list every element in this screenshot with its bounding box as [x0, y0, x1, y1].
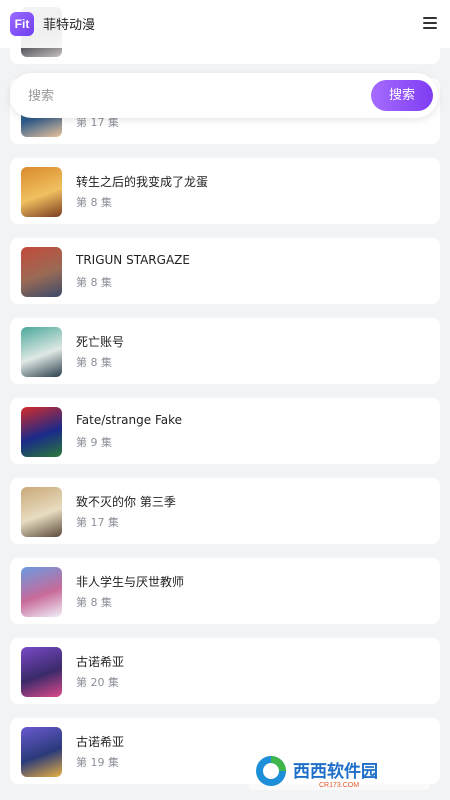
anime-thumbnail[interactable] — [21, 407, 62, 457]
watermark-text: 西西软件园 — [293, 761, 378, 782]
anime-card[interactable]: Fate/strange Fake 第 9 集 — [10, 398, 440, 464]
hamburger-menu-icon[interactable] — [423, 17, 437, 29]
app-header: Fit 菲特动漫 — [0, 0, 450, 48]
anime-title[interactable]: 古诺希亚 — [76, 653, 124, 670]
anime-thumbnail[interactable] — [21, 167, 62, 217]
anime-thumbnail[interactable] — [21, 727, 62, 777]
episode-label: 第 8 集 — [76, 356, 112, 369]
episode-label: 第 8 集 — [76, 276, 112, 289]
anime-card[interactable]: 古诺希亚第 20 集 — [10, 638, 440, 704]
search-bar: 搜索 — [10, 73, 438, 120]
watermark-url: CR173.COM — [319, 782, 359, 789]
anime-card[interactable]: 转生之后的我变成了龙蛋第 8 集 — [10, 158, 440, 224]
anime-title[interactable]: 古诺希亚 — [76, 733, 124, 750]
anime-title[interactable]: 非人学生与厌世教师 — [76, 573, 184, 590]
anime-title[interactable]: Fate/strange Fake — [76, 413, 182, 427]
anime-thumbnail[interactable] — [21, 567, 62, 617]
anime-title[interactable]: 致不灭的你 第三季 — [76, 493, 176, 510]
episode-label: 第 8 集 — [76, 196, 112, 209]
anime-thumbnail[interactable] — [21, 327, 62, 377]
episode-label: 第 17 集 — [76, 516, 119, 529]
watermark-logo: 西西软件园 CR173.COM — [249, 752, 430, 790]
anime-card[interactable]: 非人学生与厌世教师第 8 集 — [10, 558, 440, 624]
anime-thumbnail[interactable] — [21, 247, 62, 297]
anime-card[interactable]: 致不灭的你 第三季第 17 集 — [10, 478, 440, 544]
anime-thumbnail[interactable] — [21, 487, 62, 537]
anime-thumbnail[interactable] — [21, 647, 62, 697]
episode-label: 第 9 集 — [76, 436, 112, 449]
watermark-emblem-icon — [256, 756, 286, 786]
app-logo[interactable]: Fit — [10, 12, 34, 36]
anime-title[interactable]: 死亡账号 — [76, 333, 124, 350]
episode-label: 第 8 集 — [76, 596, 112, 609]
anime-card[interactable]: 死亡账号第 8 集 — [10, 318, 440, 384]
anime-title[interactable]: TRIGUN STARGAZE — [76, 253, 190, 267]
anime-card[interactable]: TRIGUN STARGAZE 第 8 集 — [10, 238, 440, 304]
episode-label: 第 19 集 — [76, 756, 119, 769]
episode-label: 第 20 集 — [76, 676, 119, 689]
search-button[interactable]: 搜索 — [371, 80, 433, 111]
app-title: 菲特动漫 — [43, 18, 96, 33]
anime-title[interactable]: 转生之后的我变成了龙蛋 — [76, 173, 208, 190]
search-input[interactable] — [26, 73, 360, 120]
